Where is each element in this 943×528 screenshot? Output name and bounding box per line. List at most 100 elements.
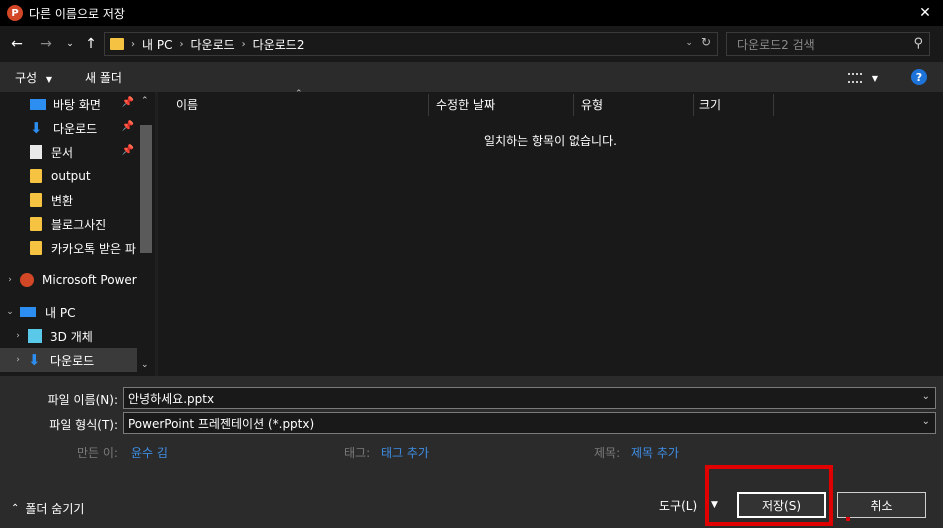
file-list[interactable]: 이름 ⌃ 수정한 날짜 유형 크기 일치하는 항목이 없습니다. <box>158 89 943 376</box>
powerpoint-icon <box>20 273 34 287</box>
title-input[interactable]: 제목 추가 <box>631 444 679 461</box>
column-divider[interactable] <box>773 94 774 116</box>
column-header-type[interactable]: 유형 <box>581 92 603 116</box>
folder-icon <box>110 38 124 50</box>
refresh-icon[interactable]: ↻ <box>701 35 711 49</box>
breadcrumb-separator-icon: › <box>179 38 184 50</box>
nav-item-label: 다운로드 <box>50 353 95 368</box>
address-row: ← → ⌄ ↑ › 내 PC › 다운로드 › 다운로드2 ⌄ ↻ 다운로드2 … <box>0 26 943 62</box>
download-icon: ⬇ <box>30 119 43 137</box>
folder-icon <box>30 169 42 183</box>
desktop-icon <box>30 98 46 110</box>
column-header-size[interactable]: 크기 <box>699 92 721 116</box>
nav-item-label: Microsoft PowerP <box>42 273 137 287</box>
breadcrumb-separator-icon: › <box>241 38 246 50</box>
nav-item-label: 변환 <box>51 193 74 208</box>
organize-label: 구성 <box>15 71 38 85</box>
search-placeholder: 다운로드2 검색 <box>737 37 815 52</box>
save-options-panel: 파일 이름(N): 안녕하세요.pptx ⌄ 파일 형식(T): PowerPo… <box>0 376 943 528</box>
up-arrow-icon[interactable]: ↑ <box>82 34 100 54</box>
view-options-button[interactable]: ▼ <box>848 70 878 84</box>
powerpoint-app-icon: P <box>7 5 23 21</box>
pin-icon: 📌 <box>121 145 134 156</box>
nav-item-output[interactable]: output <box>0 164 137 188</box>
chevron-down-icon[interactable]: ⌄ <box>4 307 16 317</box>
nav-item-downloads-quick[interactable]: ⬇ 다운로드 📌 <box>0 116 137 140</box>
breadcrumb-downloads[interactable]: 다운로드 <box>190 36 234 53</box>
nav-item-powerpoint[interactable]: › Microsoft PowerP <box>0 268 137 292</box>
forward-arrow-icon[interactable]: → <box>38 34 54 54</box>
chevron-right-icon[interactable]: › <box>12 331 24 341</box>
filename-input[interactable]: 안녕하세요.pptx ⌄ <box>123 387 936 409</box>
nav-item-3d-objects[interactable]: › 3D 개체 <box>0 324 137 348</box>
tags-input[interactable]: 태그 추가 <box>381 444 429 461</box>
details-view-icon <box>848 72 862 83</box>
nav-item-convert[interactable]: 변환 <box>0 188 137 212</box>
pc-icon <box>20 307 36 317</box>
tools-menu[interactable]: 도구(L) <box>659 497 697 514</box>
nav-item-label: 다운로드 <box>53 121 98 136</box>
help-icon[interactable]: ? <box>911 69 927 85</box>
nav-item-downloads[interactable]: › ⬇ 다운로드 <box>0 348 137 372</box>
hide-folders-label: 폴더 숨기기 <box>25 502 85 516</box>
breadcrumb-downloads2[interactable]: 다운로드2 <box>253 36 305 53</box>
chevron-down-icon: ▼ <box>871 74 878 83</box>
folder-icon <box>30 193 42 207</box>
empty-message: 일치하는 항목이 없습니다. <box>484 134 617 148</box>
annotation-dot <box>846 517 850 521</box>
window-title: 다른 이름으로 저장 <box>29 6 125 21</box>
column-divider[interactable] <box>693 94 694 116</box>
search-box[interactable]: 다운로드2 검색 ⚲ <box>726 32 930 56</box>
breadcrumb-separator-icon: › <box>131 38 135 50</box>
command-toolbar: 구성 ▼ 새 폴더 ▼ ? <box>0 62 943 92</box>
scroll-down-icon[interactable]: ⌄ <box>141 360 149 370</box>
document-icon <box>30 145 42 159</box>
author-value[interactable]: 윤수 김 <box>131 444 168 461</box>
address-dropdown-icon[interactable]: ⌄ <box>685 35 693 49</box>
filetype-label: 파일 형식(T): <box>49 418 118 432</box>
nav-item-kakaotalk[interactable]: 카카오톡 받은 파 <box>0 236 137 260</box>
organize-menu[interactable]: 구성 ▼ <box>15 69 52 86</box>
nav-scroll-thumb[interactable] <box>140 125 152 253</box>
recent-locations-chevron-icon[interactable]: ⌄ <box>63 34 77 54</box>
filename-value: 안녕하세요.pptx <box>128 391 215 406</box>
chevron-right-icon[interactable]: › <box>4 275 16 285</box>
cancel-button[interactable]: 취소 <box>837 492 926 518</box>
author-label: 만든 이: <box>77 446 118 460</box>
search-icon[interactable]: ⚲ <box>913 36 923 51</box>
address-bar[interactable]: › 내 PC › 다운로드 › 다운로드2 ⌄ ↻ <box>104 32 718 56</box>
nav-item-desktop[interactable]: 바탕 화면 📌 <box>0 92 137 116</box>
tags-label: 태그: <box>344 446 371 460</box>
filetype-select[interactable]: PowerPoint 프레젠테이션 (*.pptx) ⌄ <box>123 412 936 434</box>
column-header-name[interactable]: 이름 <box>176 92 198 116</box>
nav-item-label: 바탕 화면 <box>53 97 101 112</box>
title-bar: P 다른 이름으로 저장 ✕ <box>0 0 943 26</box>
scroll-up-icon[interactable]: ⌃ <box>141 96 149 106</box>
filetype-value: PowerPoint 프레젠테이션 (*.pptx) <box>128 416 315 431</box>
nav-item-documents[interactable]: 문서 📌 <box>0 140 137 164</box>
column-header-date[interactable]: 수정한 날짜 <box>436 92 495 116</box>
navigation-pane: 바탕 화면 📌 ⬇ 다운로드 📌 문서 📌 output 변환 블로그사진 카카… <box>0 92 155 376</box>
sort-ascending-icon: ⌃ <box>295 89 303 99</box>
nav-item-label: output <box>51 169 91 183</box>
chevron-right-icon[interactable]: › <box>12 355 24 365</box>
nav-item-blog-photos[interactable]: 블로그사진 <box>0 212 137 236</box>
chevron-down-icon[interactable]: ⌄ <box>922 416 930 427</box>
close-button[interactable]: ✕ <box>915 3 935 23</box>
breadcrumb-my-pc[interactable]: 내 PC <box>142 36 172 53</box>
hide-folders-button[interactable]: ⌃ 폴더 숨기기 <box>11 500 84 517</box>
pin-icon: 📌 <box>121 121 134 132</box>
folder-icon <box>30 241 42 255</box>
nav-item-label: 3D 개체 <box>50 329 93 344</box>
nav-item-label: 카카오톡 받은 파 <box>51 241 136 256</box>
new-folder-button[interactable]: 새 폴더 <box>85 69 122 86</box>
nav-item-my-pc[interactable]: ⌄ 내 PC <box>0 300 137 324</box>
filename-label: 파일 이름(N): <box>47 393 118 407</box>
chevron-down-icon[interactable]: ⌄ <box>922 391 930 402</box>
column-divider[interactable] <box>573 94 574 116</box>
title-label: 제목: <box>594 446 621 460</box>
column-divider[interactable] <box>428 94 429 116</box>
back-arrow-icon[interactable]: ← <box>9 34 25 54</box>
nav-item-label: 문서 <box>51 145 74 160</box>
chevron-up-icon: ⌃ <box>11 503 20 514</box>
